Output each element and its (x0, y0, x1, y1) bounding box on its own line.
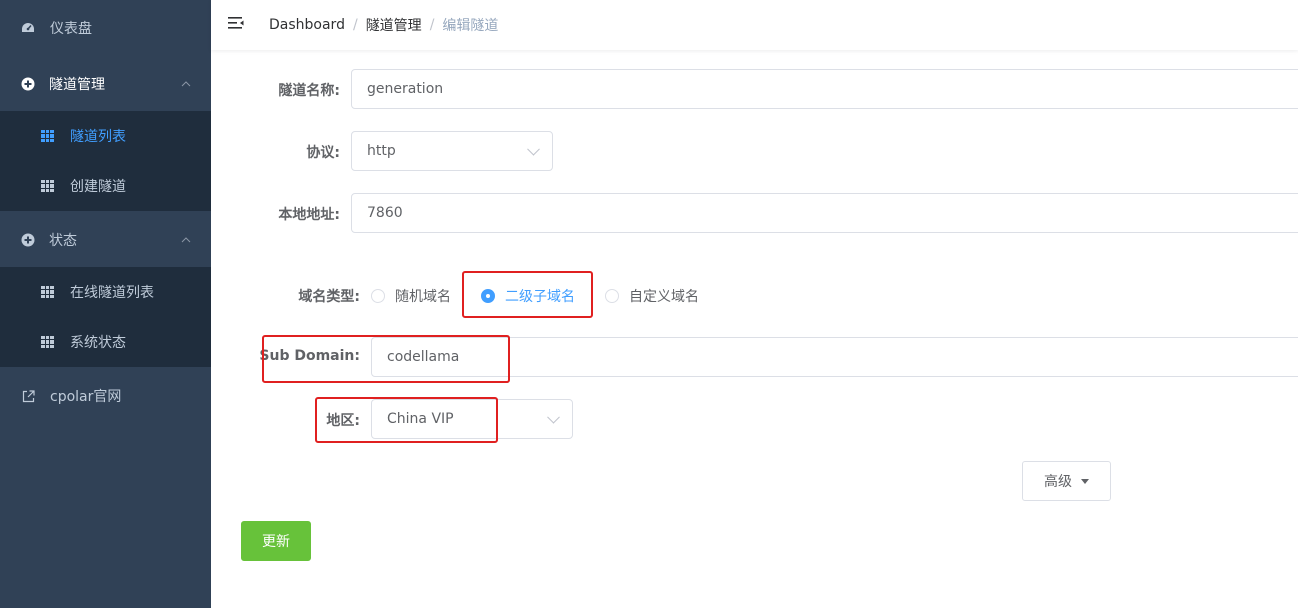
local-address-label: 本地地址: (278, 207, 340, 223)
radio-label: 自定义域名 (629, 289, 699, 305)
radio-subdomain[interactable]: 二级子域名 (481, 286, 575, 306)
menu-fold-icon[interactable] (228, 15, 244, 31)
radio-label: 二级子域名 (505, 289, 575, 305)
menu-label: cpolar官网 (50, 389, 122, 405)
subdomain-input[interactable]: codellama (371, 337, 1298, 377)
radio-custom-domain[interactable]: 自定义域名 (605, 286, 699, 306)
caret-down-icon (1081, 478, 1089, 484)
sidebar-item-label: 在线隧道列表 (70, 285, 154, 301)
sidebar-item-label: 系统状态 (70, 335, 126, 351)
advanced-label: 高级 (1044, 474, 1072, 490)
radio-label: 随机域名 (395, 289, 451, 305)
breadcrumb-tunnel-management[interactable]: 隧道管理 (366, 15, 422, 35)
local-address-input[interactable]: 7860 (351, 193, 1298, 233)
update-button[interactable]: 更新 (241, 521, 311, 561)
radio-dot (371, 289, 385, 303)
table-icon (41, 130, 54, 142)
chevron-up-icon (181, 237, 191, 243)
table-icon (41, 336, 54, 348)
tunnel-name-input[interactable]: generation (351, 69, 1298, 109)
menu-item-cpolar-site[interactable]: cpolar官网 (0, 368, 211, 424)
external-link-icon (21, 389, 35, 403)
radio-dot (605, 289, 619, 303)
sidebar-item-tunnel-list[interactable]: 隧道列表 (0, 111, 211, 161)
sidebar-item-label: 创建隧道 (70, 179, 126, 195)
plus-circle-icon (21, 233, 35, 247)
plus-circle-icon (21, 77, 35, 91)
menu-label: 仪表盘 (50, 21, 92, 37)
subdomain-label: Sub Domain: (259, 348, 360, 364)
sidebar: 仪表盘 隧道管理 隧道列表 创建隧道 状态 在线隧道列表 系统状态 cpolar… (0, 0, 211, 608)
radio-dot (481, 289, 495, 303)
sidebar-item-system-status[interactable]: 系统状态 (0, 317, 211, 367)
advanced-dropdown-button[interactable]: 高级 (1022, 461, 1111, 501)
tunnel-submenu: 隧道列表 创建隧道 (0, 111, 211, 211)
sidebar-item-label: 隧道列表 (70, 129, 126, 145)
sidebar-item-online-tunnels[interactable]: 在线隧道列表 (0, 267, 211, 317)
region-label: 地区: (326, 413, 360, 429)
domain-type-label: 域名类型: (298, 289, 360, 305)
chevron-down-icon (527, 142, 540, 156)
status-submenu: 在线隧道列表 系统状态 (0, 267, 211, 367)
region-select-value: China VIP (387, 411, 454, 427)
chevron-up-icon (181, 81, 191, 87)
top-navbar: Dashboard / 隧道管理 / 编辑隧道 (211, 0, 1298, 50)
tunnel-name-label: 隧道名称: (278, 83, 340, 99)
protocol-select-value: http (367, 143, 396, 159)
sidebar-item-create-tunnel[interactable]: 创建隧道 (0, 161, 211, 211)
menu-item-dashboard[interactable]: 仪表盘 (0, 0, 211, 56)
table-icon (41, 286, 54, 298)
menu-label: 状态 (49, 233, 77, 249)
breadcrumb-separator: / (429, 17, 435, 33)
breadcrumb-separator: / (352, 17, 358, 33)
menu-label: 隧道管理 (49, 77, 105, 93)
protocol-label: 协议: (306, 145, 340, 161)
region-select[interactable]: China VIP (371, 399, 573, 439)
protocol-select[interactable]: http (351, 131, 553, 171)
radio-random-domain[interactable]: 随机域名 (371, 286, 451, 306)
breadcrumb-dashboard[interactable]: Dashboard (269, 17, 345, 33)
breadcrumb-edit-tunnel: 编辑隧道 (442, 18, 499, 34)
table-icon (41, 180, 54, 192)
menu-item-tunnel-management[interactable]: 隧道管理 (0, 56, 211, 112)
chevron-down-icon (547, 410, 560, 424)
dashboard-icon (21, 21, 35, 35)
breadcrumb: Dashboard / 隧道管理 / 编辑隧道 (269, 15, 498, 35)
menu-item-status[interactable]: 状态 (0, 212, 211, 268)
